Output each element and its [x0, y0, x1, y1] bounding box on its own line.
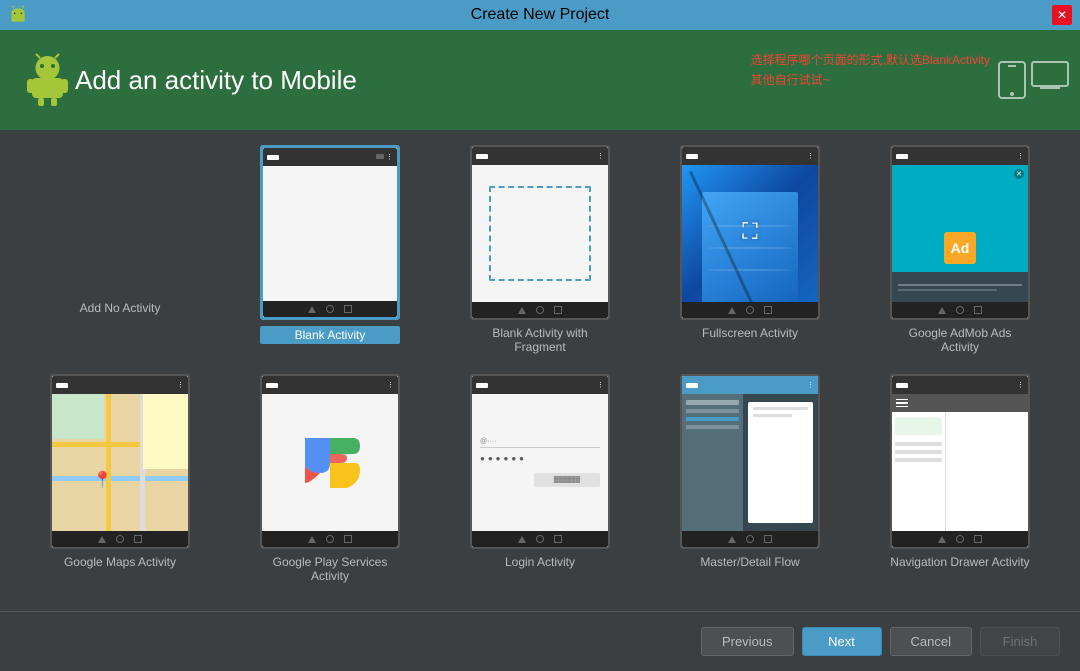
close-button[interactable]: ✕ [1052, 5, 1072, 25]
window-title: Create New Project [471, 6, 610, 24]
content-area: Add No Activity ⋮ [0, 130, 1080, 611]
activity-item-fullscreen[interactable]: ⋮ ⛶ [650, 140, 850, 345]
activity-label-blank: Blank Activity [260, 326, 400, 344]
activity-grid: Add No Activity ⋮ [20, 140, 1060, 588]
activity-item-blank[interactable]: ⋮ Blank Activity [230, 140, 430, 349]
title-bar: Create New Project ✕ [0, 0, 1080, 30]
activity-label-play: Google Play Services Activity [260, 555, 400, 583]
android-logo-icon [8, 5, 28, 25]
activity-thumb-fragment: ⋮ [470, 145, 610, 320]
bottom-bar: Previous Next Cancel Finish [0, 611, 1080, 671]
activity-label-navdrawer: Navigation Drawer Activity [890, 555, 1029, 569]
activity-item-login[interactable]: ⋮ @···· ●●●●●● ▓▓▓▓▓▓ [440, 369, 640, 574]
header-title: Add an activity to Mobile [75, 65, 357, 96]
previous-button[interactable]: Previous [701, 627, 794, 656]
activity-item-no-activity[interactable]: Add No Activity [20, 140, 220, 320]
activity-thumb-maps: ⋮ 📍 [50, 374, 190, 549]
device-icons [997, 60, 1070, 100]
cancel-button[interactable]: Cancel [890, 627, 972, 656]
activity-thumb-fullscreen: ⋮ ⛶ [680, 145, 820, 320]
note-line1: 选择程序哪个页面的形式,默认选BlankActivity [751, 50, 990, 70]
activity-thumb-admob: ⋮ Ad ✕ [890, 145, 1030, 320]
header-note: 选择程序哪个页面的形式,默认选BlankActivity 其他自行试试~ [751, 50, 990, 91]
activity-label-masterdetail: Master/Detail Flow [700, 555, 799, 569]
activity-label-login: Login Activity [505, 555, 575, 569]
activity-label-fragment: Blank Activity with Fragment [470, 326, 610, 354]
activity-item-admob[interactable]: ⋮ Ad ✕ [860, 140, 1060, 359]
activity-item-masterdetail[interactable]: ⋮ [650, 369, 850, 574]
scroll-area[interactable]: Add No Activity ⋮ [0, 130, 1080, 611]
header: Add an activity to Mobile 选择程序哪个页面的形式,默认… [0, 30, 1080, 130]
activity-thumb-login: ⋮ @···· ●●●●●● ▓▓▓▓▓▓ [470, 374, 610, 549]
activity-label-fullscreen: Fullscreen Activity [702, 326, 798, 340]
activity-item-fragment[interactable]: ⋮ Blank Activity with Fragment [440, 140, 640, 359]
activity-thumb-navdrawer: ⋮ [890, 374, 1030, 549]
activity-thumb-play: ⋮ [260, 374, 400, 549]
note-line2: 其他自行试试~ [751, 70, 990, 90]
activity-label-admob: Google AdMob Ads Activity [890, 326, 1030, 354]
activity-thumb-masterdetail: ⋮ [680, 374, 820, 549]
activity-label-maps: Google Maps Activity [64, 555, 176, 569]
activity-item-play[interactable]: ⋮ [230, 369, 430, 588]
header-android-icon [20, 53, 75, 108]
activity-label-no-activity: Add No Activity [80, 301, 161, 315]
finish-button[interactable]: Finish [980, 627, 1060, 656]
next-button[interactable]: Next [802, 627, 882, 656]
activity-thumb-blank: ⋮ [260, 145, 400, 320]
activity-item-navdrawer[interactable]: ⋮ [860, 369, 1060, 574]
activity-item-maps[interactable]: ⋮ 📍 [20, 369, 220, 574]
